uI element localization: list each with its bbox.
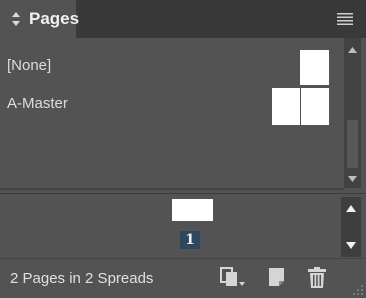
masters-section: [None] A-Master	[0, 38, 344, 188]
resize-grip-icon[interactable]	[352, 284, 364, 296]
scroll-up-arrow-icon[interactable]	[346, 205, 356, 212]
scrollbar-thumb[interactable]	[347, 120, 358, 168]
spread-count-status: 2 Pages in 2 Spreads	[10, 270, 154, 287]
page-number-badge[interactable]: 1	[180, 231, 200, 249]
pages-tab[interactable]: Pages	[0, 0, 80, 38]
master-left-page-thumbnail[interactable]	[272, 88, 300, 125]
new-page-icon[interactable]	[268, 267, 286, 287]
pages-section: 1	[0, 195, 344, 258]
scroll-down-arrow-icon[interactable]	[348, 176, 357, 182]
edit-page-size-icon[interactable]	[220, 267, 246, 289]
master-item-a-master[interactable]: A-Master	[0, 88, 344, 128]
panel-menu-icon[interactable]	[337, 13, 353, 25]
pages-panel: Pages [None] A-Master 1 2 Pages in 2 Spr…	[0, 0, 366, 298]
scroll-up-arrow-icon[interactable]	[348, 47, 357, 53]
master-label: [None]	[7, 57, 52, 74]
master-label: A-Master	[7, 95, 68, 112]
section-divider[interactable]	[0, 188, 344, 190]
scroll-down-arrow-icon[interactable]	[346, 242, 356, 249]
collapse-toggle-icon[interactable]	[11, 11, 21, 27]
panel-status-bar: 2 Pages in 2 Spreads	[0, 258, 366, 298]
master-right-page-thumbnail[interactable]	[301, 88, 329, 125]
panel-tab-bar: Pages	[0, 0, 366, 38]
trash-icon[interactable]	[308, 267, 326, 288]
masters-scrollbar[interactable]	[344, 38, 361, 188]
master-item-none[interactable]: [None]	[0, 44, 344, 85]
tab-title: Pages	[29, 9, 80, 28]
master-page-thumbnail[interactable]	[300, 50, 329, 85]
divider-line	[0, 193, 366, 194]
page-thumbnail[interactable]	[172, 199, 213, 221]
pages-scrollbar[interactable]	[341, 197, 361, 257]
